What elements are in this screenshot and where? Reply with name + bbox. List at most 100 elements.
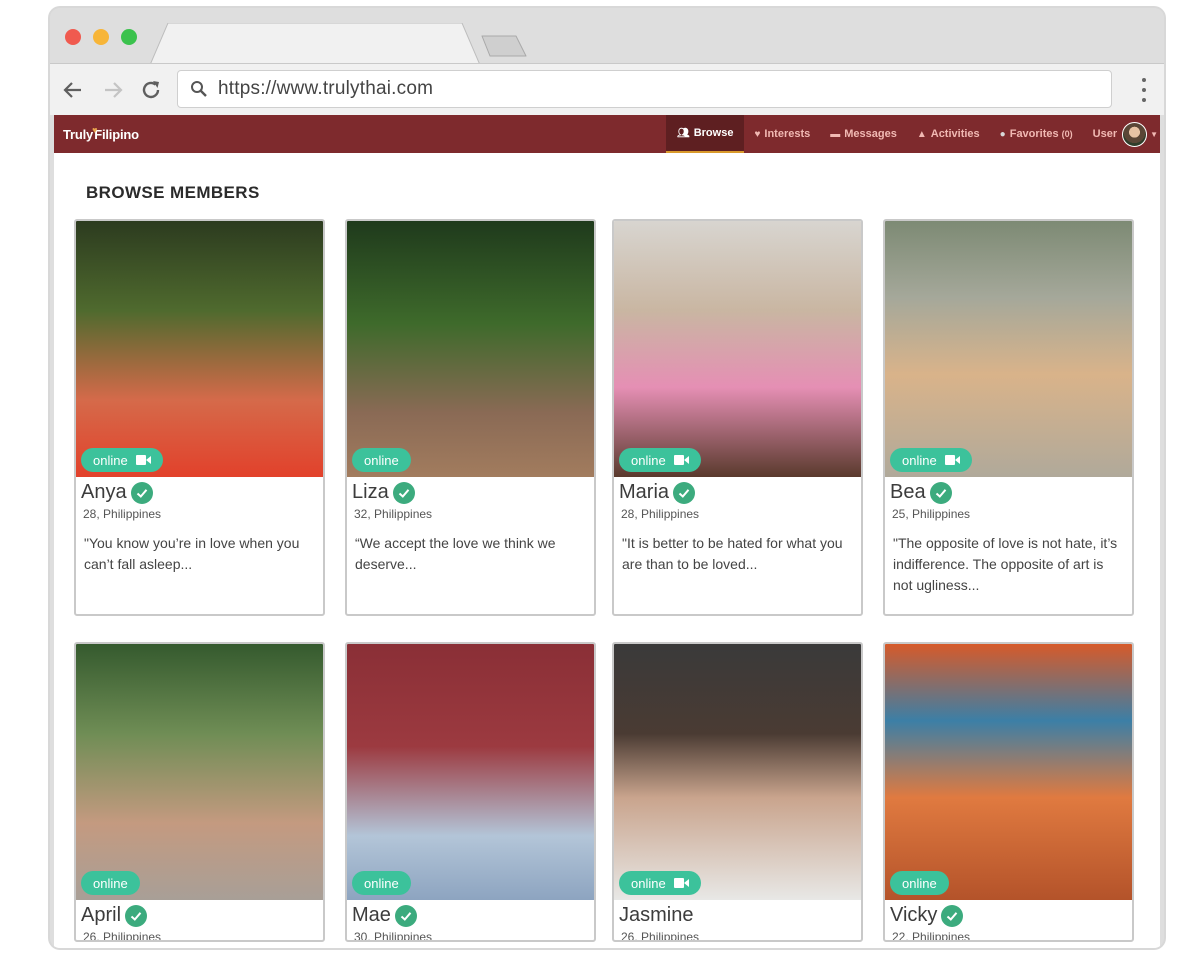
online-status-text: online (364, 452, 399, 468)
online-status-text: online (93, 452, 128, 468)
member-card[interactable]: online Anya 28, Philippines "You know you’r… (74, 219, 325, 616)
browser-window: https://www.trulythai.com Truly♥Filipino… (50, 8, 1164, 948)
member-card[interactable]: online April 26, Philippines (74, 642, 325, 942)
member-photo[interactable] (76, 644, 323, 900)
address-bar[interactable]: https://www.trulythai.com (177, 70, 1112, 108)
nav-label: Interests (764, 128, 811, 140)
maximize-window-button[interactable] (121, 29, 137, 45)
nav-favorites[interactable]: ● Favorites (0) (990, 115, 1083, 153)
member-name[interactable]: Jasmine (619, 904, 693, 927)
member-quote: "You know you’re in love when you can’t … (84, 535, 300, 572)
member-name[interactable]: April (81, 904, 148, 927)
verified-check-icon (941, 904, 964, 927)
member-name-text: April (81, 904, 122, 926)
member-card[interactable]: online Bea 25, Philippines "The opposite of… (883, 219, 1134, 616)
bell-icon: ▲ (916, 128, 927, 140)
url-text[interactable]: https://www.trulythai.com (218, 78, 433, 100)
online-status-text: online (631, 452, 666, 468)
back-button[interactable] (60, 77, 86, 103)
browser-titlebar (50, 8, 1164, 65)
member-age-location: 25, Philippines (892, 507, 971, 521)
online-badge[interactable]: online (352, 871, 411, 895)
member-card[interactable]: online Mae 30, Philippines (345, 642, 596, 942)
online-status-text: online (902, 452, 937, 468)
video-camera-icon (673, 878, 689, 888)
member-age-location: 32, Philippines (354, 507, 433, 521)
member-name[interactable]: Liza (352, 481, 415, 504)
verified-check-icon (125, 904, 148, 927)
nav-label: Messages (844, 128, 897, 140)
member-quote: “We accept the love we think we deserve.… (355, 535, 556, 572)
logo-text-filipino: Filipino (94, 127, 139, 142)
online-badge[interactable]: online (890, 448, 972, 472)
online-status-text: online (631, 875, 666, 891)
user-menu[interactable]: User ▼ (1083, 121, 1159, 147)
nav-label: Activities (930, 128, 980, 140)
online-status-text: online (902, 875, 937, 891)
member-card[interactable]: online Jasmine 26, Philippines (612, 642, 863, 942)
member-quote: "It is better to be hated for what you a… (622, 535, 843, 572)
nav-browse[interactable]: 👥︎ Browse (666, 115, 745, 153)
member-photo[interactable] (347, 221, 594, 477)
online-badge[interactable]: online (890, 871, 949, 895)
member-photo[interactable] (885, 644, 1132, 900)
users-icon: 👥︎ (677, 127, 690, 139)
online-badge[interactable]: online (619, 448, 701, 472)
member-name-text: Mae (352, 904, 391, 926)
member-age-location: 26, Philippines (83, 930, 162, 942)
member-name-text: Liza (352, 481, 389, 503)
member-photo[interactable] (885, 221, 1132, 477)
online-badge[interactable]: online (81, 448, 163, 472)
reload-button[interactable] (138, 77, 164, 103)
online-status-text: online (364, 875, 399, 891)
browser-toolbar: https://www.trulythai.com (50, 63, 1164, 115)
nav-activities[interactable]: ▲ Activities (907, 115, 990, 153)
member-name-text: Vicky (890, 904, 938, 926)
member-name-text: Jasmine (619, 904, 694, 926)
main-nav: 👥︎ Browse ♥ Interests ▬ Messages ▲ Activ… (666, 115, 1158, 153)
nav-label: Browse (693, 127, 734, 139)
online-badge[interactable]: online (81, 871, 140, 895)
verified-check-icon (392, 481, 415, 504)
member-name[interactable]: Bea (890, 481, 952, 504)
site-navbar: Truly♥Filipino 👥︎ Browse ♥ Interests ▬ M… (54, 115, 1160, 153)
online-status-text: online (93, 875, 128, 891)
minimize-window-button[interactable] (93, 29, 109, 45)
member-photo[interactable] (347, 644, 594, 900)
new-tab-button[interactable] (480, 34, 530, 58)
caret-down-icon: ▼ (1150, 129, 1159, 139)
verified-check-icon (130, 481, 153, 504)
page-viewport: Truly♥Filipino 👥︎ Browse ♥ Interests ▬ M… (54, 115, 1160, 948)
dot-icon: ● (999, 128, 1006, 140)
member-photo[interactable] (614, 221, 861, 477)
member-name-text: Maria (619, 481, 670, 503)
member-card[interactable]: online Vicky 22, Philippines (883, 642, 1134, 942)
browser-tab-active[interactable] (150, 23, 480, 65)
reload-icon (142, 81, 160, 99)
member-card[interactable]: online Liza 32, Philippines “We accept the … (345, 219, 596, 616)
video-camera-icon (135, 455, 151, 465)
member-photo[interactable] (76, 221, 323, 477)
kebab-menu-icon[interactable] (1140, 78, 1148, 102)
heart-icon: ♥ (754, 128, 761, 140)
close-window-button[interactable] (65, 29, 81, 45)
member-age-location: 30, Philippines (354, 930, 433, 942)
chat-icon: ▬ (830, 128, 841, 140)
nav-interests[interactable]: ♥ Interests (744, 115, 820, 153)
member-name[interactable]: Maria (619, 481, 696, 504)
member-age-location: 28, Philippines (83, 507, 162, 521)
member-card[interactable]: online Maria 28, Philippines "It is better … (612, 219, 863, 616)
member-name[interactable]: Anya (81, 481, 153, 504)
site-logo[interactable]: Truly♥Filipino (63, 125, 139, 142)
member-photo[interactable] (614, 644, 861, 900)
forward-button[interactable] (100, 77, 126, 103)
member-age-location: 22, Philippines (892, 930, 971, 942)
online-badge[interactable]: online (352, 448, 411, 472)
member-name[interactable]: Mae (352, 904, 417, 927)
online-badge[interactable]: online (619, 871, 701, 895)
nav-messages[interactable]: ▬ Messages (820, 115, 907, 153)
member-name[interactable]: Vicky (890, 904, 964, 927)
member-age-location: 26, Philippines (621, 930, 700, 942)
member-quote: "The opposite of love is not hate, it’s … (893, 535, 1118, 593)
heart-icon: ♥ (92, 125, 98, 135)
